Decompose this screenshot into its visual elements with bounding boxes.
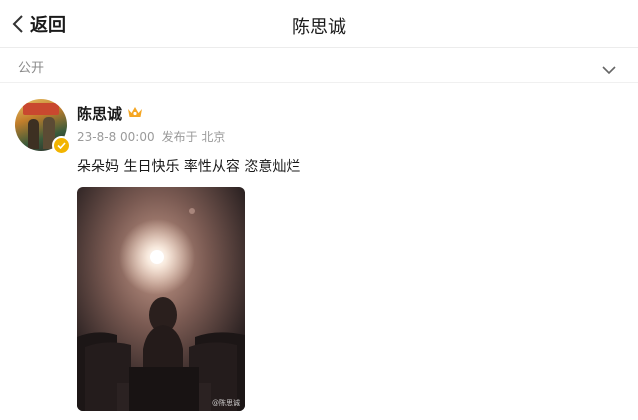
author-name[interactable]: 陈思诚: [77, 103, 122, 124]
avatar-figure: [28, 119, 39, 149]
page-title: 陈思诚: [292, 17, 346, 38]
post-image-graphic: [77, 187, 245, 411]
post-location: 发布于 北京: [161, 130, 226, 144]
top-bar: 返回 陈思诚: [0, 0, 638, 48]
crown-icon[interactable]: [126, 104, 144, 124]
post-meta: 23-8-8 00:00 发布于 北京: [77, 128, 225, 145]
chevron-down-icon[interactable]: [602, 60, 616, 79]
post-image[interactable]: @陈思诚: [77, 187, 245, 411]
visibility-selector[interactable]: 公开: [0, 48, 638, 83]
avatar-sign: [23, 103, 59, 115]
verified-badge-icon: [52, 136, 71, 155]
author-name-row: 陈思诚: [77, 103, 144, 124]
visibility-label: 公开: [18, 61, 45, 76]
image-watermark: @陈思诚: [212, 399, 240, 407]
post-text: 朵朵妈 生日快乐 率性从容 恣意灿烂: [77, 159, 301, 175]
post-date: 23-8-8 00:00: [77, 130, 155, 144]
